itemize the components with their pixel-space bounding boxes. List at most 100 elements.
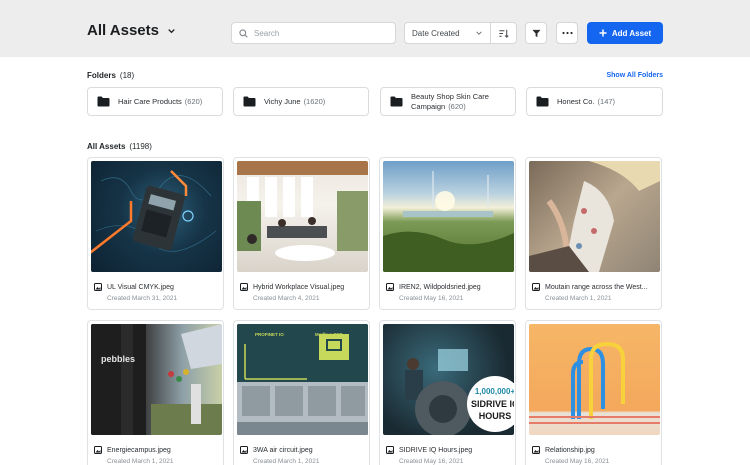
page-title: All Assets [87,22,159,39]
folders-label: Folders [87,71,116,80]
image-file-icon [94,283,102,291]
assets-label: All Assets [87,142,126,151]
page-title-dropdown[interactable]: All Assets [87,22,178,39]
asset-name: Hybrid Workplace Visual.jpeg [253,283,345,291]
asset-name-row: UL Visual CMYK.jpeg [94,283,174,291]
asset-thumbnail: PROFINET IO Modbus TCP [237,324,368,435]
folder-count: (620) [448,101,466,111]
asset-thumbnail [91,161,222,272]
asset-card[interactable]: PROFINET IO Modbus TCP 3WA air circuit.j… [233,320,370,465]
asset-thumbnail: 1,000,000+ SIDRIVE IQ HOURS [383,324,514,435]
asset-name: Energiecampus.jpeg [107,446,171,454]
asset-date: Created March 1, 2021 [545,295,612,302]
filter-button[interactable] [525,22,547,44]
folders-count: (18) [119,71,135,80]
asset-card[interactable]: Relationship.jpg Created May 16, 2021 [525,320,662,465]
asset-name: Moutain range across the West... [545,283,648,291]
folder-name: Vichy June [264,96,301,106]
asset-thumbnail: pebbles [91,324,222,435]
sort-control: Date Created [404,22,517,44]
thumb-hours-text: HOURS [479,411,512,421]
asset-thumbnail-art [529,341,660,424]
asset-date: Created March 31, 2021 [107,295,178,302]
add-asset-button[interactable]: Add Asset [587,22,663,44]
asset-thumbnail-art: pebbles [91,324,222,435]
show-all-folders-link[interactable]: Show All Folders [580,72,663,79]
asset-date: Created May 16, 2021 [545,458,610,465]
asset-name-row: Energiecampus.jpeg [94,446,171,454]
chevron-down-icon [168,29,175,34]
folder-card[interactable]: Vichy June (1620) [233,87,369,116]
add-asset-label: Add Asset [611,28,652,38]
search-input[interactable] [254,28,384,38]
folder-icon [390,96,403,107]
asset-card[interactable]: IREN2, Wildpoldsried.jpeg Created May 16… [379,157,516,310]
asset-name-row: Relationship.jpg [532,446,595,454]
assets-count: (1198) [129,142,152,151]
folder-count: (1620) [303,96,326,106]
sort-direction-button[interactable] [491,23,516,43]
asset-name: 3WA air circuit.jpeg [253,446,313,454]
asset-thumbnail-art [91,170,217,254]
asset-name: IREN2, Wildpoldsried.jpeg [399,283,481,291]
asset-name-row: Moutain range across the West... [532,283,648,291]
asset-name: UL Visual CMYK.jpeg [107,283,174,291]
filter-icon [531,29,541,37]
folder-name: Beauty Shop Skin Care [411,91,489,101]
asset-thumbnail-art [529,161,660,272]
asset-thumbnail-art: 1,000,000+ SIDRIVE IQ HOURS [405,349,514,435]
sort-direction-icon [499,29,509,38]
search-icon [239,28,248,38]
folder-count: (620) [184,96,203,106]
sort-select[interactable]: Date Created [405,23,491,43]
asset-card[interactable]: Moutain range across the West... Created… [525,157,662,310]
asset-thumbnail [237,161,368,272]
asset-card[interactable]: UL Visual CMYK.jpeg Created March 31, 20… [87,157,224,310]
asset-thumbnail-art: PROFINET IO Modbus TCP [237,324,368,435]
folder-name: Hair Care Products [118,96,182,106]
folders-heading: Folders (18) [87,71,134,80]
search-box[interactable] [231,22,396,44]
asset-name: SIDRIVE IQ Hours.jpeg [399,446,473,454]
asset-date: Created March 1, 2021 [253,458,320,465]
folder-card[interactable]: Beauty Shop Skin Care Campaign (620) [380,87,516,116]
asset-date: Created May 16, 2021 [399,458,464,465]
thumb-label-profinet: PROFINET IO [255,332,284,337]
sort-label: Date Created [412,28,460,38]
asset-card[interactable]: Hybrid Workplace Visual.jpeg Created Mar… [233,157,370,310]
asset-thumbnail-art [383,171,514,272]
image-file-icon [94,446,102,454]
folder-count: (147) [597,96,616,106]
folder-icon [243,96,256,107]
image-file-icon [240,283,248,291]
image-file-icon [532,283,540,291]
asset-name: Relationship.jpg [545,446,595,454]
asset-thumbnail-art [237,161,368,261]
asset-date: Created May 16, 2021 [399,295,464,302]
folder-card[interactable]: Hair Care Products (620) [87,87,223,116]
asset-name-row: Hybrid Workplace Visual.jpeg [240,283,344,291]
folder-name-line2: Campaign [411,101,446,111]
more-horizontal-icon [561,31,573,35]
image-file-icon [240,446,248,454]
assets-heading: All Assets (1198) [87,142,152,151]
image-file-icon [386,446,394,454]
asset-date: Created March 4, 2021 [253,295,320,302]
asset-name-row: SIDRIVE IQ Hours.jpeg [386,446,472,454]
folder-icon [536,96,549,107]
plus-icon [599,29,607,37]
thumb-product-text: SIDRIVE IQ [471,399,514,409]
asset-thumbnail [383,161,514,272]
asset-thumbnail [529,161,660,272]
asset-card[interactable]: pebbles Energiecampus.jpeg Created March… [87,320,224,465]
asset-date: Created March 1, 2021 [107,458,174,465]
image-file-icon [386,283,394,291]
folder-card[interactable]: Honest Co. (147) [526,87,663,116]
thumb-number-text: 1,000,000+ [475,387,514,396]
folder-name: Honest Co. [557,96,595,106]
more-options-button[interactable] [556,22,578,44]
asset-card[interactable]: 1,000,000+ SIDRIVE IQ HOURS SIDRIVE IQ H… [379,320,516,465]
image-file-icon [532,446,540,454]
asset-thumbnail [529,324,660,435]
chevron-down-icon [476,31,482,35]
